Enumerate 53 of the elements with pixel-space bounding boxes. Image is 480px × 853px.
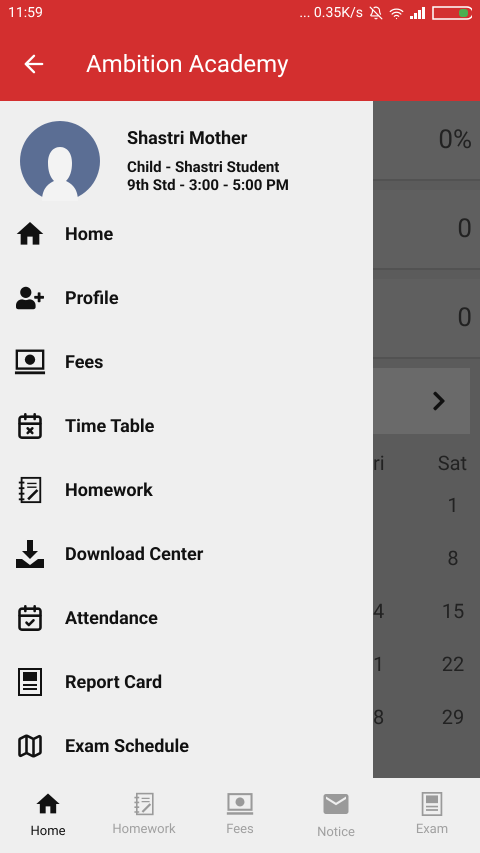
calendar-day: 8 <box>438 543 468 584</box>
calendar-x-icon <box>16 412 44 440</box>
network-speed: ... 0.35K/s <box>299 4 363 22</box>
drawer-item[interactable]: Attendance <box>0 586 373 650</box>
drawer-item[interactable]: Home <box>0 202 373 266</box>
profile-batch: 9th Std - 3:00 - 5:00 PM <box>127 176 289 194</box>
profile-child: Child - Shastri Student <box>127 158 280 176</box>
battery-icon <box>432 6 472 20</box>
report-card-icon <box>16 668 42 696</box>
drawer-item[interactable]: Exam Schedule <box>0 714 373 778</box>
stat-value: 0% <box>438 124 472 156</box>
laptop-coin-icon <box>14 348 46 376</box>
calendar-day: 15 <box>438 596 468 637</box>
bell-off-icon <box>369 6 383 20</box>
wifi-icon <box>389 6 404 20</box>
calendar-day: 8 <box>373 702 384 743</box>
drawer-item-label: Download Center <box>65 542 204 566</box>
drawer-item-label: Homework <box>65 478 153 502</box>
calendar-check-icon <box>16 604 44 632</box>
profile-name: Shastri Mother <box>127 127 248 151</box>
drawer-item-label: Report Card <box>65 670 162 694</box>
map-icon <box>16 732 44 760</box>
notebook-pen-icon <box>132 792 156 816</box>
drawer-item[interactable]: Report Card <box>0 650 373 714</box>
download-icon <box>14 539 46 569</box>
drawer-item-label: Attendance <box>65 606 158 630</box>
calendar-day: 22 <box>438 649 468 690</box>
signal-icon <box>410 7 426 19</box>
drawer-item[interactable]: Homework <box>0 458 373 522</box>
drawer-item-label: Profile <box>65 286 119 310</box>
calendar-day: 29 <box>438 702 468 743</box>
avatar-icon <box>20 121 100 201</box>
drawer-item[interactable]: Time Table <box>0 394 373 458</box>
calendar-day: 4 <box>373 596 384 637</box>
user-plus-icon <box>16 284 44 312</box>
calendar-day: 1 <box>373 649 384 690</box>
drawer-item[interactable]: Fees <box>0 330 373 394</box>
report-card-icon <box>421 792 443 816</box>
status-time: 11:59 <box>8 4 43 22</box>
day-header: Sat <box>438 450 467 477</box>
drawer-item-label: Time Table <box>65 414 154 438</box>
drawer-item[interactable]: Profile <box>0 266 373 330</box>
stat-value: 0 <box>457 212 472 246</box>
calendar-day: 1 <box>438 490 468 531</box>
drawer-item[interactable]: Download Center <box>0 522 373 586</box>
drawer-item-label: Home <box>65 222 114 246</box>
app-title: Ambition Academy <box>86 48 289 80</box>
drawer-item-label: Fees <box>65 350 104 374</box>
stat-value: 0 <box>457 302 472 334</box>
day-header: ri <box>373 450 385 477</box>
laptop-coin-icon <box>226 792 254 816</box>
drawer-item-label: Exam Schedule <box>65 734 189 758</box>
bottom-nav-tab[interactable]: Home <box>0 778 96 853</box>
